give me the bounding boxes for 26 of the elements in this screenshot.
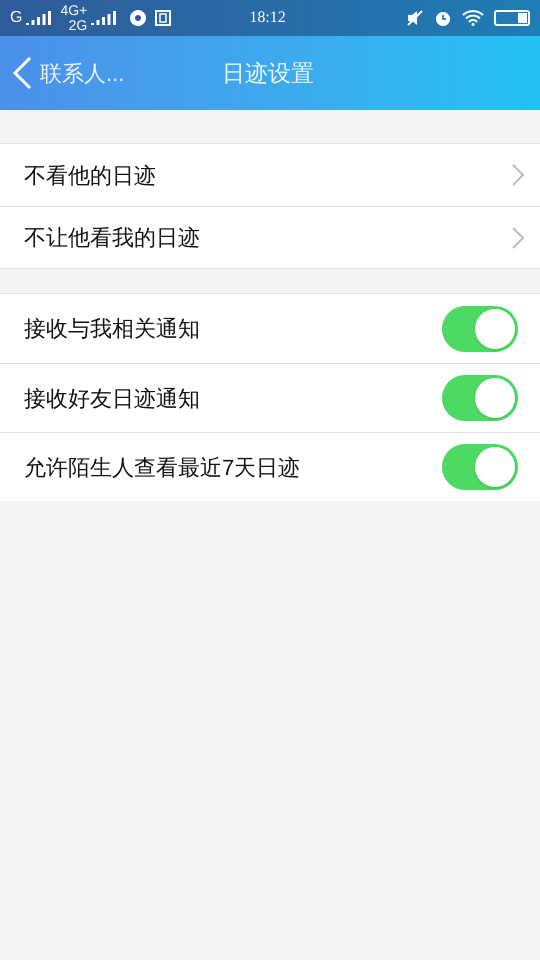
network-label: 4G+ xyxy=(60,3,88,18)
toggle-switch[interactable] xyxy=(442,444,518,490)
wifi-icon xyxy=(462,10,484,26)
signal-icon xyxy=(26,11,52,25)
settings-row[interactable]: 不让他看我的日迹 xyxy=(0,206,540,268)
row-label: 接收与我相关通知 xyxy=(24,315,200,343)
chevron-icon xyxy=(512,164,524,186)
page-title: 日迹设置 xyxy=(222,58,314,88)
back-icon xyxy=(12,56,32,90)
alarm-icon xyxy=(434,9,452,27)
app-icon xyxy=(129,9,148,27)
toggle-switch[interactable] xyxy=(442,375,518,421)
chevron-icon xyxy=(512,226,524,248)
network-label: 2G xyxy=(68,18,88,33)
row-label: 不看他的日迹 xyxy=(24,162,156,190)
status-time: 18:12 xyxy=(249,8,286,28)
carrier-label: G xyxy=(10,8,22,28)
app-icon xyxy=(155,10,172,26)
signal-icon xyxy=(91,11,118,25)
battery-icon xyxy=(494,10,530,26)
row-label: 不让他看我的日迹 xyxy=(24,224,200,252)
mute-icon xyxy=(406,9,424,27)
toggle-switch[interactable] xyxy=(442,306,518,352)
settings-row[interactable]: 不看他的日迹 xyxy=(0,144,540,206)
row-label: 接收好友日迹通知 xyxy=(24,384,200,412)
row-label: 允许陌生人查看最近7天日迹 xyxy=(24,454,300,482)
